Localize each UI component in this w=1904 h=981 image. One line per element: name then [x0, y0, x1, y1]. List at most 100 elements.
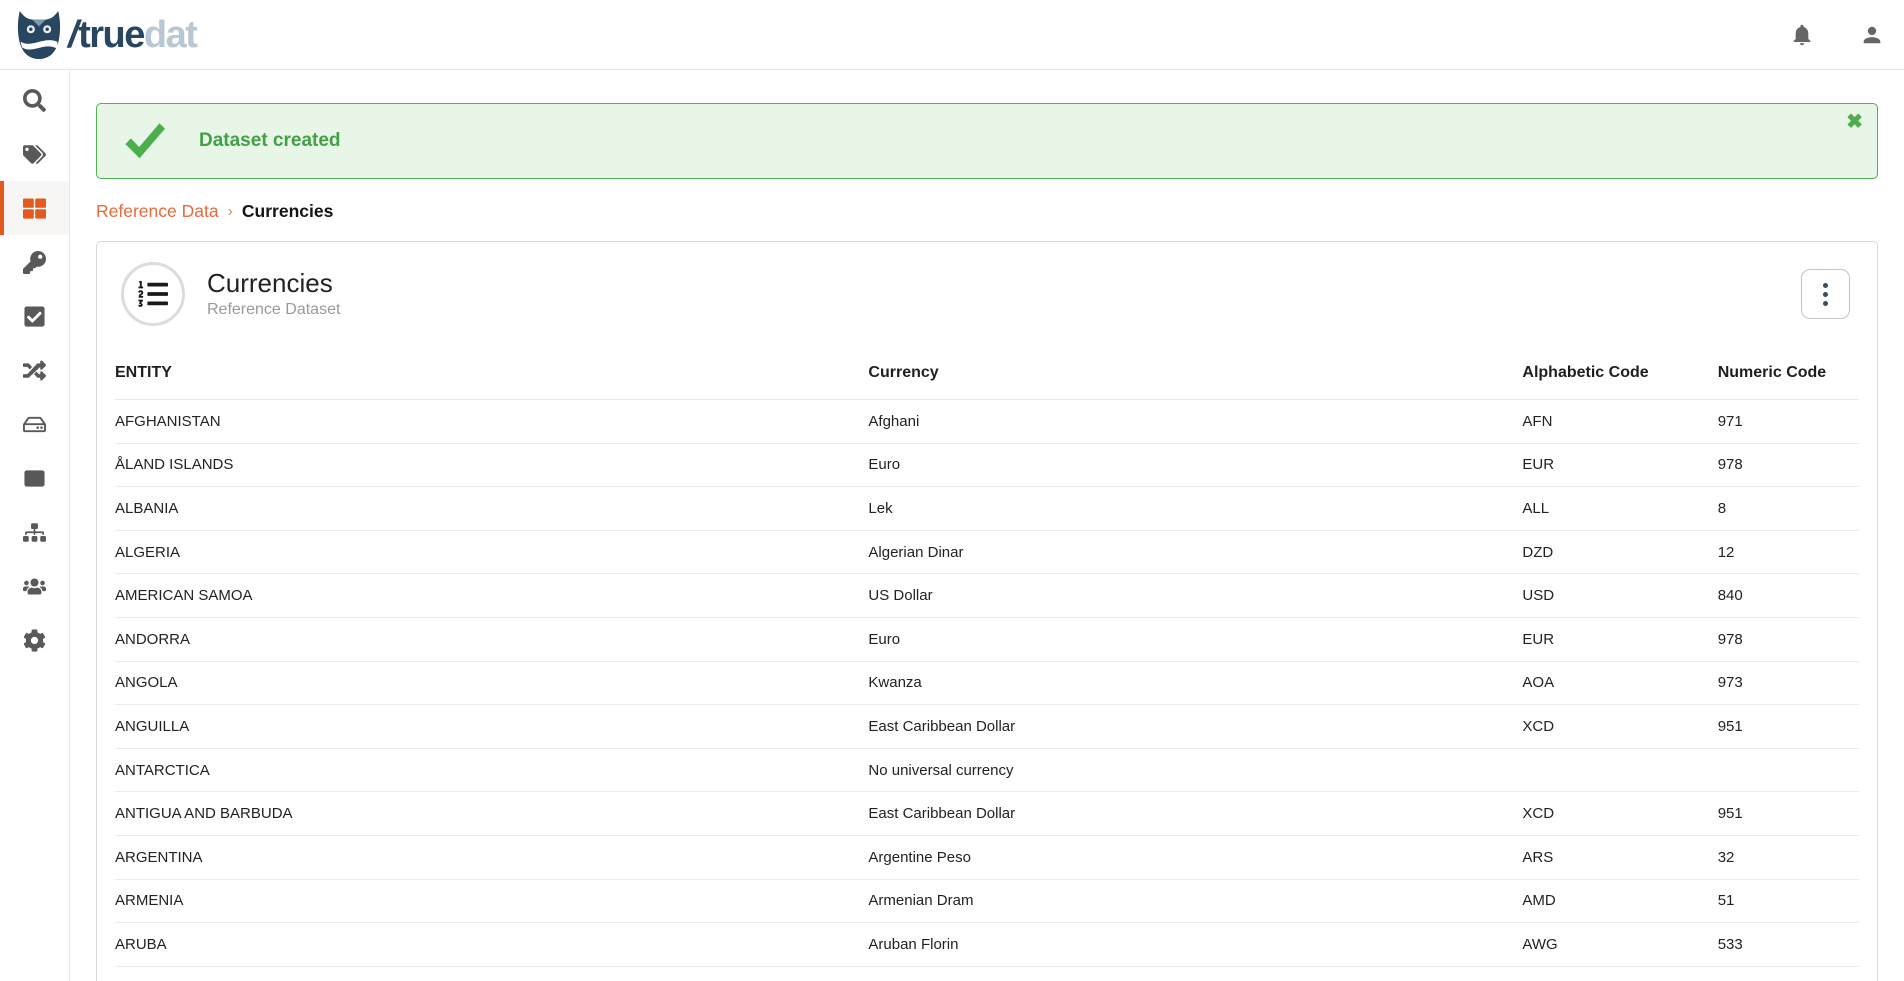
- table-row: ALGERIA Algerian Dinar DZD 12: [115, 530, 1859, 574]
- wordmark-true: true: [78, 14, 144, 56]
- sidebar-item-settings[interactable]: [0, 613, 69, 667]
- drive-icon: [23, 413, 46, 436]
- column-header-entity: ENTITY: [115, 344, 868, 400]
- card-titles: Currencies Reference Dataset: [207, 269, 340, 320]
- chevron-right-icon: ›: [228, 203, 233, 221]
- currency-cell: Euro: [868, 617, 1522, 661]
- check-square-icon: [23, 305, 46, 328]
- users-icon: [23, 575, 46, 598]
- table-row: ANTIGUA AND BARBUDA East Caribbean Dolla…: [115, 792, 1859, 836]
- entity-cell: ALBANIA: [115, 487, 868, 531]
- entity-cell: ALGERIA: [115, 530, 868, 574]
- dataset-badge: [121, 262, 185, 326]
- sidebar-item-search[interactable]: [0, 73, 69, 127]
- sidebar-item-analytics[interactable]: [0, 451, 69, 505]
- currency-cell: East Caribbean Dollar: [868, 792, 1522, 836]
- numeric-code-cell: 51: [1718, 879, 1859, 923]
- alphabetic-code-cell: ARS: [1522, 835, 1717, 879]
- currency-cell: Kwanza: [868, 661, 1522, 705]
- breadcrumb-current: Currencies: [242, 201, 333, 222]
- alphabetic-code-cell: AFN: [1522, 400, 1717, 444]
- currency-cell: Algerian Dinar: [868, 530, 1522, 574]
- card-header: Currencies Reference Dataset: [97, 242, 1877, 340]
- topbar-actions: [1790, 23, 1904, 47]
- wordmark-slash: /: [68, 14, 77, 56]
- currency-cell: Euro: [868, 443, 1522, 487]
- success-alert: Dataset created ✖: [96, 103, 1878, 179]
- alphabetic-code-cell: XCD: [1522, 705, 1717, 749]
- entity-cell: ARGENTINA: [115, 835, 868, 879]
- dataset-card: Currencies Reference Dataset ENTITY Curr…: [96, 241, 1878, 981]
- table-row: AMERICAN SAMOA US Dollar USD 840: [115, 574, 1859, 618]
- numeric-code-cell: 951: [1718, 792, 1859, 836]
- table-body: AFGHANISTAN Afghani AFN 971 ÅLAND ISLAND…: [115, 400, 1859, 967]
- alphabetic-code-cell: EUR: [1522, 443, 1717, 487]
- currency-cell: Afghani: [868, 400, 1522, 444]
- gear-icon: [23, 629, 46, 652]
- table-row: ARUBA Aruban Florin AWG 533: [115, 923, 1859, 967]
- wordmark: /truedat: [68, 16, 196, 54]
- sidebar-item-lineage[interactable]: [0, 343, 69, 397]
- sitemap-icon: [23, 521, 46, 544]
- table-row: ANGUILLA East Caribbean Dollar XCD 951: [115, 705, 1859, 749]
- currencies-table: ENTITY Currency Alphabetic Code Numeric …: [115, 344, 1859, 967]
- shuffle-icon: [23, 359, 46, 382]
- currency-cell: US Dollar: [868, 574, 1522, 618]
- numbered-list-icon: [138, 279, 168, 309]
- numeric-code-cell: 533: [1718, 923, 1859, 967]
- table-row: ANDORRA Euro EUR 978: [115, 617, 1859, 661]
- numeric-code-cell: 978: [1718, 443, 1859, 487]
- sidebar-item-permissions[interactable]: [0, 235, 69, 289]
- alphabetic-code-cell: AOA: [1522, 661, 1717, 705]
- entity-cell: ÅLAND ISLANDS: [115, 443, 868, 487]
- numeric-code-cell: 973: [1718, 661, 1859, 705]
- entity-cell: AMERICAN SAMOA: [115, 574, 868, 618]
- entity-cell: ANTARCTICA: [115, 748, 868, 792]
- numeric-code-cell: 32: [1718, 835, 1859, 879]
- breadcrumb: Reference Data › Currencies: [96, 201, 1878, 222]
- entity-cell: ARMENIA: [115, 879, 868, 923]
- sidebar-item-reference-data[interactable]: [0, 181, 69, 235]
- numeric-code-cell: 971: [1718, 400, 1859, 444]
- entity-cell: ARUBA: [115, 923, 868, 967]
- page-subtitle: Reference Dataset: [207, 301, 340, 319]
- entity-cell: ANGUILLA: [115, 705, 868, 749]
- table-row: ANGOLA Kwanza AOA 973: [115, 661, 1859, 705]
- search-icon: [23, 89, 46, 112]
- breadcrumb-reference-data[interactable]: Reference Data: [96, 201, 219, 222]
- numeric-code-cell: [1718, 748, 1859, 792]
- alphabetic-code-cell: USD: [1522, 574, 1717, 618]
- bell-icon[interactable]: [1790, 23, 1814, 47]
- alphabetic-code-cell: ALL: [1522, 487, 1717, 531]
- currency-cell: Aruban Florin: [868, 923, 1522, 967]
- user-icon[interactable]: [1860, 23, 1884, 47]
- table-row: ÅLAND ISLANDS Euro EUR 978: [115, 443, 1859, 487]
- table-row: ARGENTINA Argentine Peso ARS 32: [115, 835, 1859, 879]
- currency-cell: Armenian Dram: [868, 879, 1522, 923]
- numeric-code-cell: 951: [1718, 705, 1859, 749]
- alphabetic-code-cell: [1522, 748, 1717, 792]
- truedat-logo[interactable]: /truedat: [0, 10, 196, 60]
- sidebar-item-quality[interactable]: [0, 289, 69, 343]
- kebab-menu-button[interactable]: [1801, 269, 1850, 319]
- numeric-code-cell: 978: [1718, 617, 1859, 661]
- entity-cell: ANDORRA: [115, 617, 868, 661]
- table-row: ARMENIA Armenian Dram AMD 51: [115, 879, 1859, 923]
- column-header-alphabetic-code: Alphabetic Code: [1522, 344, 1717, 400]
- currency-cell: Lek: [868, 487, 1522, 531]
- alphabetic-code-cell: AMD: [1522, 879, 1717, 923]
- sidebar-item-tags[interactable]: [0, 127, 69, 181]
- wordmark-dat: dat: [144, 14, 197, 56]
- sidebar-item-structures[interactable]: [0, 505, 69, 559]
- close-icon[interactable]: ✖: [1846, 112, 1863, 132]
- page-title: Currencies: [207, 269, 340, 299]
- table-row: ALBANIA Lek ALL 8: [115, 487, 1859, 531]
- table-row: AFGHANISTAN Afghani AFN 971: [115, 400, 1859, 444]
- sidebar: [0, 70, 70, 981]
- key-icon: [23, 251, 46, 274]
- currency-cell: Argentine Peso: [868, 835, 1522, 879]
- sidebar-item-storage[interactable]: [0, 397, 69, 451]
- alphabetic-code-cell: EUR: [1522, 617, 1717, 661]
- sidebar-item-users[interactable]: [0, 559, 69, 613]
- table-row: ANTARCTICA No universal currency: [115, 748, 1859, 792]
